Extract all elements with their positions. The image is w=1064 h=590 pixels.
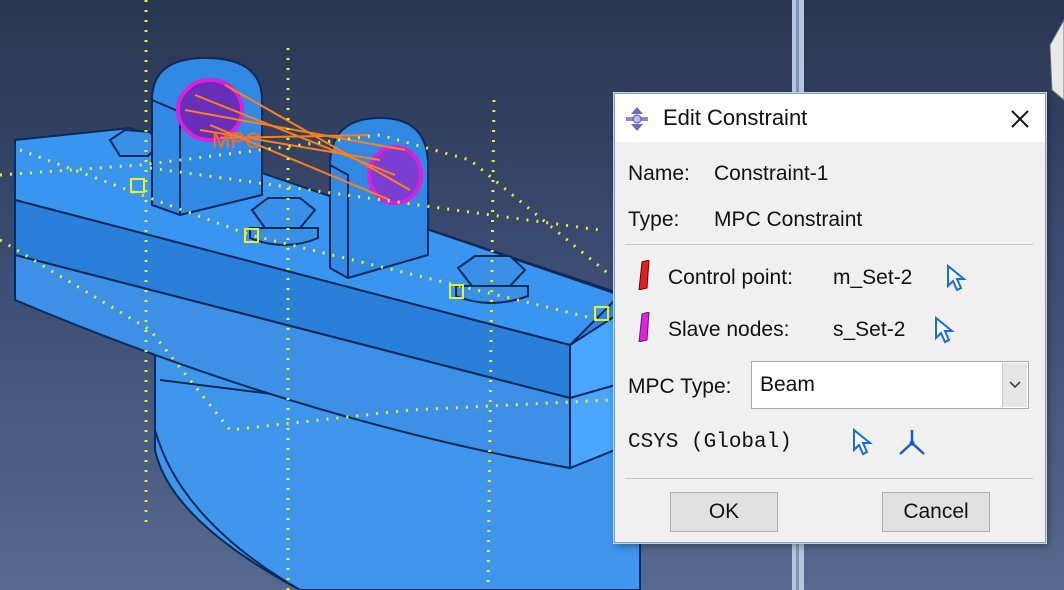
csys-label: CSYS (Global) (628, 431, 792, 454)
close-button[interactable] (1003, 102, 1037, 136)
mpc-type-value: Beam (760, 373, 815, 396)
ok-button[interactable]: OK (670, 492, 778, 532)
separator (625, 478, 1033, 479)
mpc-type-label: MPC Type: (628, 375, 732, 398)
select-arrow-icon[interactable] (851, 428, 875, 456)
cancel-button[interactable]: Cancel (882, 492, 990, 532)
select-arrow-icon[interactable] (945, 264, 969, 292)
close-icon (1011, 110, 1029, 128)
dialog-title: Edit Constraint (663, 105, 808, 130)
control-point-label: Control point: (668, 266, 793, 289)
constraint-icon (626, 107, 648, 131)
type-label: Type: (628, 208, 680, 231)
dropdown-arrow-icon (1009, 381, 1021, 389)
magenta-surface-icon (638, 312, 650, 342)
separator (625, 244, 1033, 245)
name-label: Name: (628, 162, 690, 185)
slave-nodes-label: Slave nodes: (668, 318, 790, 341)
red-surface-icon (638, 260, 650, 290)
select-arrow-icon[interactable] (933, 316, 957, 344)
lug-right (329, 116, 429, 280)
mpc-type-select[interactable]: Beam (751, 361, 1029, 409)
slave-nodes-value: s_Set-2 (833, 318, 906, 341)
edit-constraint-dialog: Edit Constraint Name: Constraint-1 Type:… (614, 93, 1046, 543)
name-value: Constraint-1 (714, 162, 829, 185)
type-value: MPC Constraint (714, 208, 863, 231)
mpc-label: MPC (212, 128, 261, 153)
control-point-value: m_Set-2 (833, 266, 913, 289)
dropdown-button[interactable] (1002, 363, 1027, 407)
csys-axes-icon[interactable] (897, 428, 927, 458)
dialog-titlebar[interactable]: Edit Constraint (615, 94, 1045, 142)
